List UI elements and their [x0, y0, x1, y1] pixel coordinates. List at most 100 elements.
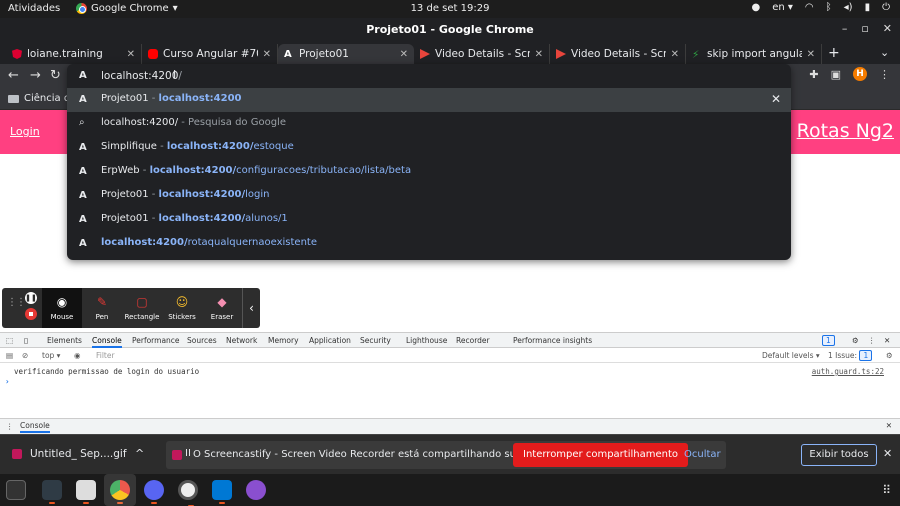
mouse-tool-button[interactable]: ◉ Mouse — [42, 288, 82, 328]
devtools-inspect-icon[interactable]: ⬚ — [6, 336, 13, 345]
console-filter-input[interactable]: Filter — [96, 351, 115, 360]
brand-link[interactable]: Rotas Ng2 — [797, 120, 894, 142]
download-options-chevron-icon[interactable]: ^ — [135, 447, 144, 460]
eraser-tool-button[interactable]: ◆ Eraser — [202, 288, 242, 328]
devtools-tab-sources[interactable]: Sources — [187, 336, 217, 345]
tab-loiane-training[interactable]: loiane.training ✕ — [6, 44, 142, 64]
devtools-device-icon[interactable]: ▯ — [24, 336, 28, 345]
devtools-tab-memory[interactable]: Memory — [268, 336, 299, 345]
tab-close-icon[interactable]: ✕ — [671, 49, 679, 60]
tab-projeto01[interactable]: A Projeto01 ✕ — [278, 44, 414, 64]
extensions-puzzle-icon[interactable]: ✚ — [809, 68, 818, 81]
eye-icon[interactable]: ◉ — [74, 351, 81, 360]
tab-close-icon[interactable]: ✕ — [263, 49, 271, 60]
devtools-tab-elements[interactable]: Elements — [47, 336, 82, 345]
pen-tool-button[interactable]: ✎ Pen — [82, 288, 122, 328]
close-window-button[interactable]: ✕ — [883, 22, 892, 35]
address-input[interactable]: localhost:4200/ — [101, 70, 182, 82]
devtools-tab-performance[interactable]: Performance — [132, 336, 180, 345]
vscode-app-icon[interactable] — [212, 480, 232, 504]
reload-button[interactable]: ↻ — [50, 68, 61, 83]
console-prompt[interactable]: › — [5, 377, 10, 386]
drag-handle-icon[interactable]: ⋮⋮ — [7, 298, 26, 308]
omnibox-suggestion[interactable]: A localhost:4200/rotaqualquernaoexistent… — [67, 232, 791, 256]
stickers-tool-button[interactable]: ☺ Stickers — [162, 288, 202, 328]
menu-kebab-icon[interactable]: ⋮ — [879, 68, 890, 81]
devtools-close-icon[interactable]: ✕ — [884, 336, 890, 345]
ubuntu-dock: ⠿ — [0, 474, 900, 506]
drawer-close-icon[interactable]: ✕ — [886, 421, 892, 430]
sidebar-toggle-icon[interactable]: ▤ — [6, 351, 13, 360]
devtools-settings-gear-icon[interactable]: ⚙ — [852, 336, 859, 345]
omnibox-suggestion[interactable]: A Simplifique - localhost:4200/estoque — [67, 136, 791, 160]
language-indicator[interactable]: en ▾ — [772, 2, 793, 13]
angular-favicon-icon: A — [79, 94, 87, 105]
devtools-tab-lighthouse[interactable]: Lighthouse — [406, 336, 447, 345]
tab-close-icon[interactable]: ✕ — [535, 49, 543, 60]
tab-video-details-1[interactable]: Video Details - Scree ✕ — [414, 44, 550, 64]
tab-skip-import[interactable]: ⚡ skip import angular ✕ — [686, 44, 822, 64]
tab-close-icon[interactable]: ✕ — [127, 49, 135, 60]
stop-recording-button[interactable] — [25, 308, 37, 320]
minimize-button[interactable]: – — [842, 22, 848, 35]
devtools-tab-recorder[interactable]: Recorder — [456, 336, 490, 345]
omnibox-suggestion[interactable]: A Projeto01 - localhost:4200 ✕ — [67, 88, 791, 112]
context-selector[interactable]: top ▾ — [42, 351, 60, 360]
back-button[interactable]: ← — [8, 68, 19, 83]
clear-console-icon[interactable]: ⊘ — [22, 351, 28, 360]
omnibox-suggestion[interactable]: A ErpWeb - localhost:4200/configuracoes/… — [67, 160, 791, 184]
activities-button[interactable]: Atividades — [8, 3, 60, 14]
github-desktop-app-icon[interactable] — [246, 480, 266, 500]
collapse-toolbar-chevron-icon[interactable]: ‹ — [242, 288, 260, 328]
drawer-menu-icon[interactable]: ⋮ — [6, 422, 14, 431]
forward-button[interactable]: → — [30, 68, 41, 83]
issues-badge[interactable]: 1 — [822, 335, 835, 346]
omnibox-suggestion[interactable]: A Projeto01 - localhost:4200/login — [67, 184, 791, 208]
remove-suggestion-button[interactable]: ✕ — [771, 92, 781, 106]
download-item[interactable]: Untitled_ Sep....gif — [12, 448, 127, 460]
devtools-tab-security[interactable]: Security — [360, 336, 391, 345]
devtools-tab-console[interactable]: Console — [92, 336, 122, 348]
console-log-source-link[interactable]: auth.guard.ts:22 — [812, 367, 884, 376]
tab-video-details-2[interactable]: Video Details - Scree ✕ — [550, 44, 686, 64]
devtools-more-icon[interactable]: ⋮ — [868, 336, 876, 345]
address-bar[interactable]: A localhost:4200/ I — [67, 64, 791, 88]
devtools-tab-network[interactable]: Network — [226, 336, 257, 345]
rectangle-tool-button[interactable]: ▢ Rectangle — [122, 288, 162, 328]
console-settings-gear-icon[interactable]: ⚙ — [886, 351, 893, 360]
side-panel-icon[interactable]: ▣ — [831, 68, 841, 81]
maximize-button[interactable]: ▫ — [861, 22, 868, 35]
chrome-app-icon[interactable] — [104, 474, 136, 506]
show-applications-grid-icon[interactable]: ⠿ — [882, 483, 891, 497]
system-tray[interactable]: ● en ▾ ◠ ᛒ ◂) ▮ ⏻ — [751, 2, 890, 13]
profile-avatar[interactable]: H — [853, 67, 867, 81]
omnibox-suggestion[interactable]: ⌕ localhost:4200/ - Pesquisa do Google — [67, 112, 791, 136]
close-download-bar-icon[interactable]: ✕ — [883, 447, 892, 460]
app-menu[interactable]: Google Chrome ▾ — [76, 3, 178, 14]
pause-recording-button[interactable]: ❚❚ — [25, 292, 37, 304]
omnibox-suggestion[interactable]: A Projeto01 - localhost:4200/alunos/1 — [67, 208, 791, 232]
tab-close-icon[interactable]: ✕ — [807, 49, 815, 60]
devtools-tab-performance-insights[interactable]: Performance insights — [513, 336, 592, 345]
new-tab-button[interactable]: + — [828, 45, 840, 61]
tab-curso-angular[interactable]: Curso Angular #70: E ✕ — [142, 44, 278, 64]
tab-search-chevron-icon[interactable]: ⌄ — [880, 46, 889, 59]
show-all-downloads-button[interactable]: Exibir todos — [801, 444, 877, 466]
address-typed: localhost:4200 — [101, 70, 179, 82]
sticker-smiley-icon: ☺ — [175, 295, 189, 309]
drawer-tab-console[interactable]: Console — [20, 421, 50, 433]
discord-tray-icon[interactable]: ● — [751, 2, 760, 13]
devtools-tab-application[interactable]: Application — [309, 336, 351, 345]
discord-app-icon[interactable] — [144, 480, 164, 504]
obs-app-icon[interactable] — [178, 480, 198, 506]
system-monitor-app-icon[interactable] — [42, 480, 62, 504]
log-levels-dropdown[interactable]: Default levels ▾ — [762, 351, 820, 360]
hide-sharing-button[interactable]: Ocultar — [684, 449, 721, 460]
login-link[interactable]: Login — [10, 125, 40, 138]
issues-count[interactable]: 1 Issue: 1 — [828, 350, 873, 361]
files-app-icon[interactable] — [76, 480, 96, 504]
tab-close-icon[interactable]: ✕ — [400, 49, 408, 60]
stop-sharing-button[interactable]: Interromper compartilhamento — [513, 443, 688, 467]
eraser-icon: ◆ — [217, 295, 227, 309]
terminal-app-icon[interactable] — [6, 480, 26, 500]
